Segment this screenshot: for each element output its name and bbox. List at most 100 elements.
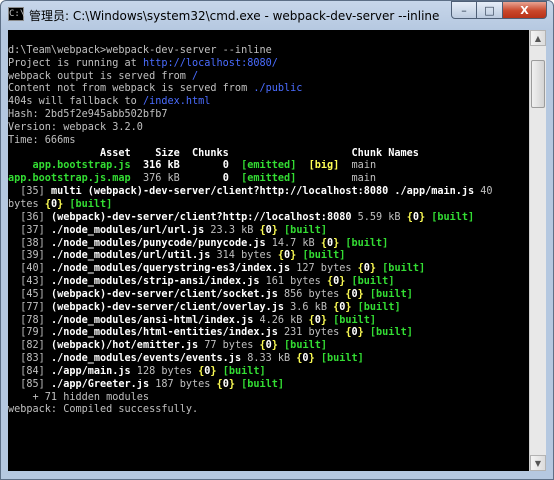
- console-text: 161 bytes: [259, 276, 327, 288]
- console-line: Content not from webpack is served from …: [8, 83, 529, 96]
- maximize-button[interactable]: □: [477, 1, 503, 19]
- console-text: [built]: [241, 378, 285, 390]
- console-text: [built]: [69, 198, 113, 210]
- console-text: [77]: [8, 301, 51, 313]
- console-text: ./node_modules/querystring-es3/index.js: [50, 263, 291, 275]
- console-line: + 71 hidden modules: [8, 392, 529, 405]
- console-text: app.bootstrap.js.map: [8, 173, 131, 185]
- console-text: 231 bytes: [277, 327, 346, 339]
- vertical-scrollbar[interactable]: ▲ ▼: [529, 30, 546, 471]
- console-text: 40: [474, 186, 493, 198]
- console-text: (webpack)-dev-server/client/socket.js: [50, 288, 278, 300]
- console-line: app.bootstrap.js.map 376 kB 0 [emitted] …: [8, 173, 529, 186]
- console-text: ./node_modules/url/util.js: [50, 250, 211, 262]
- console-text: [43]: [8, 276, 51, 288]
- console-line: [43] ./node_modules/strip-ansi/index.js …: [8, 276, 529, 289]
- console-text: (webpack)/hot/emitter.js: [50, 340, 199, 352]
- console-text: ./node_modules/punycode/punycode.js: [50, 237, 266, 249]
- console-text: main: [339, 160, 377, 172]
- scroll-up-button[interactable]: ▲: [530, 30, 546, 46]
- console-line: [85] ./app/Greeter.js 187 bytes {0} [bui…: [8, 379, 529, 392]
- console-text: [built]: [284, 224, 327, 236]
- console-text: Asset Size Chunks Chunk Names: [8, 147, 419, 159]
- console-text: [built]: [345, 237, 389, 249]
- console-line: bytes {0} [built]: [8, 199, 529, 212]
- console-text: [36]: [8, 211, 51, 223]
- console-line: [35] multi (webpack)-dev-server/client?h…: [8, 186, 529, 199]
- console-text: Time: 666ms: [8, 134, 76, 146]
- console-text: [38]: [8, 237, 51, 249]
- console-text: 8.33 kB: [241, 353, 297, 365]
- scroll-down-button[interactable]: ▼: [530, 455, 546, 471]
- console-text: ./app/Greeter.js: [50, 378, 150, 390]
- console-text: [79]: [8, 327, 51, 339]
- console-text: /index.html: [142, 96, 211, 108]
- console-text: [emitted]: [241, 173, 297, 185]
- console-text: webpack output is served from: [8, 70, 193, 82]
- console-line: [78] ./node_modules/ansi-html/index.js 4…: [8, 315, 529, 328]
- console-text: ./node_modules/url/url.js: [50, 224, 205, 236]
- console-text: Hash: 2bd5f2e945abb502bfb7: [8, 109, 168, 121]
- console-output[interactable]: d:\Team\webpack>webpack-dev-server --inl…: [8, 30, 529, 471]
- console-text: (webpack)-dev-server/client/overlay.js: [50, 301, 285, 313]
- console-text: Content not from webpack is served from: [8, 83, 254, 95]
- console-text: ./public: [253, 83, 303, 95]
- console-text: [83]: [8, 353, 51, 365]
- console-line: Project is running at http://localhost:8…: [8, 58, 529, 71]
- window-controls: – □ X: [451, 1, 547, 21]
- console-text: [built]: [222, 365, 266, 377]
- console-text: 187 bytes: [149, 378, 217, 390]
- console-line: app.bootstrap.js 316 kB 0 [emitted] [big…: [8, 160, 529, 173]
- console-text: [37]: [8, 224, 51, 236]
- console-text: [40]: [8, 263, 51, 275]
- console-line: webpack: Compiled successfully.: [8, 404, 529, 417]
- minimize-button[interactable]: –: [451, 1, 477, 19]
- console-text: + 71 hidden modules: [8, 391, 150, 403]
- console-text: [built]: [369, 288, 413, 300]
- console-text: [built]: [351, 276, 395, 288]
- window-bottom-border: [1, 471, 553, 479]
- console-text: webpack: Compiled successfully.: [8, 404, 199, 416]
- console-text: app.bootstrap.js: [32, 160, 131, 172]
- console-text: [78]: [8, 314, 51, 326]
- console-line: Asset Size Chunks Chunk Names: [8, 148, 529, 161]
- console-text: Version: webpack 3.2.0: [8, 121, 143, 133]
- console-text: [built]: [369, 327, 413, 339]
- console-text: [35]: [8, 186, 51, 198]
- console-text: d:\Team\webpack>webpack-dev-server --inl…: [8, 44, 272, 56]
- console-text: [emitted]: [241, 160, 297, 172]
- cmd-app-icon[interactable]: C:\: [8, 7, 25, 21]
- console-line: [77] (webpack)-dev-server/client/overlay…: [8, 302, 529, 315]
- console-text: [45]: [8, 288, 51, 300]
- close-button[interactable]: X: [503, 1, 547, 19]
- console-text: 23.3 kB: [204, 224, 260, 236]
- console-lines: d:\Team\webpack>webpack-dev-server --inl…: [8, 30, 529, 417]
- console-text: ./node_modules/ansi-html/index.js: [50, 314, 254, 326]
- title-bar[interactable]: C:\ 管理员: C:\Windows\system32\cmd.exe - w…: [1, 1, 553, 29]
- console-text: ./app/main.js: [50, 365, 131, 377]
- console-text: multi (webpack)-dev-server/client?http:/…: [50, 186, 475, 198]
- console-line: [45] (webpack)-dev-server/client/socket.…: [8, 289, 529, 302]
- cmd-window: C:\ 管理员: C:\Windows\system32\cmd.exe - w…: [0, 0, 554, 480]
- console-text: [39]: [8, 250, 51, 262]
- console-line: [37] ./node_modules/url/url.js 23.3 kB {…: [8, 225, 529, 238]
- console-text: 404s will fallback to: [8, 96, 143, 108]
- console-text: 77 bytes: [198, 340, 260, 352]
- console-text: 314 bytes: [210, 250, 278, 262]
- console-text: (webpack)-dev-server/client?http://local…: [50, 211, 352, 223]
- console-line: webpack output is served from /: [8, 71, 529, 84]
- console-text: [82]: [8, 340, 51, 352]
- console-line: Version: webpack 3.2.0: [8, 122, 529, 135]
- console-text: 5.59 kB: [351, 211, 407, 223]
- console-text: 3.6 kB: [284, 301, 334, 313]
- console-text: ./node_modules/events/events.js: [50, 353, 242, 365]
- window-title: 管理员: C:\Windows\system32\cmd.exe - webpa…: [29, 9, 440, 23]
- console-line: [38] ./node_modules/punycode/punycode.js…: [8, 238, 529, 251]
- scrollbar-thumb[interactable]: [531, 60, 545, 108]
- console-text: http://localhost:8080/: [142, 57, 278, 69]
